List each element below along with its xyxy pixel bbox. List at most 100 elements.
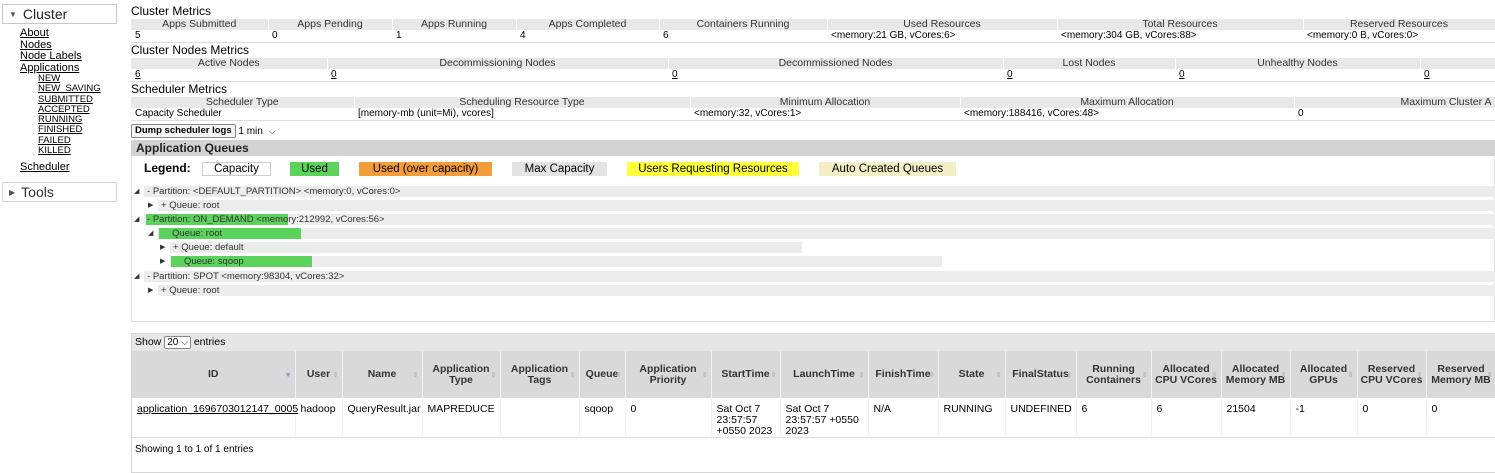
collapsed-arrow-icon: ▶ — [148, 202, 154, 209]
queue-row-default-partition[interactable]: ◢ - Partition: <DEFAULT_PARTITION> <memo… — [132, 186, 1495, 197]
col-header-allocated-memory-mb[interactable]: Allocated Memory MB ⇕ — [1221, 351, 1291, 398]
val-apps-pending: 0 — [268, 30, 392, 43]
col-header-reserved-memory-mb[interactable]: Reserved Memory MB ⇕ — [1426, 351, 1495, 398]
nav-tools-header[interactable]: ▶ Tools — [2, 181, 117, 202]
nav-link-scheduler[interactable]: Scheduler — [20, 162, 117, 174]
col-header-allocated-gpus[interactable]: Allocated GPUs ⇕ — [1290, 351, 1358, 398]
cell-application-tags — [500, 398, 580, 437]
col-header-queue[interactable]: Queue ⇕ — [579, 351, 626, 398]
expanded-arrow-icon: ◢ — [134, 188, 140, 195]
col-apps-running: Apps Running — [392, 19, 517, 30]
queue-row-on-demand-root[interactable]: ◢ Queue: root — [132, 228, 1495, 239]
col-header-reserved-cpu-vcores[interactable]: Reserved CPU VCores ⇕ — [1357, 351, 1427, 398]
legend-title: Legend: — [144, 161, 191, 175]
val-maximum-cluster: 0 — [1294, 108, 1495, 121]
link-active-nodes[interactable]: 6 — [135, 69, 141, 80]
col-header-state[interactable]: State ⇕ — [938, 351, 1006, 398]
queue-row-spot-partition[interactable]: ◢ - Partition: SPOT <memory:98304, vCore… — [132, 271, 1495, 282]
val-total-resources: <memory:304 GB, vCores:88> — [1057, 30, 1303, 43]
cluster-metrics-table: Apps Submitted Apps Pending Apps Running… — [131, 19, 1495, 43]
col-lost-nodes: Lost Nodes — [1003, 58, 1176, 69]
nav-link-applications[interactable]: Applications — [20, 62, 117, 75]
dump-interval-select[interactable]: 1 min ⌵ — [238, 126, 275, 137]
cell-queue: sqoop — [579, 398, 626, 437]
col-header-id[interactable]: ID ▼ — [132, 351, 296, 398]
cell-reserved-memory-mb: 0 — [1426, 398, 1495, 437]
col-used-resources: Used Resources — [827, 19, 1058, 30]
scheduler-metrics-title: Scheduler Metrics — [131, 82, 228, 96]
collapsed-arrow-icon: ▶ — [160, 258, 166, 265]
col-header-finish-time[interactable]: FinishTime ⇕ — [868, 351, 939, 398]
application-queues-header: Application Queues — [131, 140, 1495, 156]
main-content: Cluster Metrics Apps Submitted Apps Pend… — [131, 4, 1495, 322]
val-scheduling-resource-type: [memory-mb (unit=Mi), vcores] — [354, 108, 690, 121]
col-reserved-resources: Reserved Resources — [1303, 19, 1495, 30]
nav-cluster-header[interactable]: ▼ Cluster — [2, 4, 117, 24]
queue-bar — [158, 228, 1495, 239]
cell-user: hadoop — [295, 398, 343, 437]
col-unhealthy-nodes: Unhealthy Nodes — [1175, 58, 1421, 69]
nav-state-killed[interactable]: KILLED — [20, 145, 117, 156]
expand-triangle-icon: ▶ — [9, 187, 16, 197]
nav-link-about[interactable]: About — [20, 27, 117, 40]
col-header-running-containers[interactable]: Running Containers ⇕ — [1076, 351, 1152, 398]
cell-final-status: UNDEFINED — [1005, 398, 1077, 437]
queue-row-sqoop[interactable]: ▶ Queue: sqoop — [132, 256, 1495, 267]
queue-bar — [158, 285, 1495, 296]
dump-logs-row: Dump scheduler logs 1 min ⌵ — [131, 124, 1495, 138]
chevron-down-icon: ⌵ — [268, 126, 276, 136]
queue-row-on-demand-partition[interactable]: ◢ - Partition: ON_DEMAND <memory:212992,… — [132, 214, 1495, 225]
cell-start-time: Sat Oct 7 23:57:57 +0550 2023 — [711, 398, 781, 437]
col-maximum-cluster: Maximum Cluster A — [1294, 97, 1495, 108]
node-metrics-title: Cluster Nodes Metrics — [131, 43, 250, 57]
queue-row-default[interactable]: ▶ + Queue: default — [132, 242, 1495, 253]
dump-scheduler-logs-button[interactable]: Dump scheduler logs — [131, 124, 236, 138]
col-apps-submitted: Apps Submitted — [131, 19, 269, 30]
link-decommissioned-nodes[interactable]: 0 — [672, 69, 678, 80]
chevron-down-icon: ⌵ — [181, 337, 188, 347]
legend-auto-created: Auto Created Queues — [819, 162, 956, 176]
val-scheduler-type: Capacity Scheduler — [131, 108, 354, 121]
queue-row-root-default[interactable]: ▶ + Queue: root — [132, 200, 1495, 211]
nav-link-node-labels[interactable]: Node Labels — [20, 50, 117, 63]
col-header-launch-time[interactable]: LaunchTime ⇕ — [780, 351, 869, 398]
collapse-triangle-icon: ▼ — [9, 10, 17, 19]
page-size-select[interactable]: 20 ⌵ — [164, 336, 191, 349]
col-header-start-time[interactable]: StartTime ⇕ — [711, 351, 781, 398]
val-apps-completed: 4 — [516, 30, 659, 43]
col-decommissioning-nodes: Decommissioning Nodes — [327, 58, 669, 69]
cell-name: QueryResult.jar — [342, 398, 423, 437]
col-header-user[interactable]: User ⇕ — [295, 351, 343, 398]
legend-capacity: Capacity — [202, 162, 271, 176]
val-reserved-resources: <memory:0 B, vCores:0> — [1303, 30, 1495, 43]
legend-over-capacity: Used (over capacity) — [359, 162, 492, 176]
cluster-metrics-title: Cluster Metrics — [131, 4, 212, 18]
val-apps-submitted: 5 — [131, 30, 268, 43]
expanded-arrow-icon: ◢ — [134, 216, 140, 223]
application-queues-panel: Legend: Capacity Used Used (over capacit… — [131, 156, 1495, 322]
cell-allocated-memory-mb: 21504 — [1221, 398, 1291, 437]
collapsed-arrow-icon: ▶ — [148, 287, 154, 294]
col-header-application-priority[interactable]: Application Priority ⇕ — [625, 351, 712, 398]
apps-length-control: Show 20 ⌵ entries — [132, 334, 1495, 351]
col-header-final-status[interactable]: FinalStatus ⇕ — [1005, 351, 1077, 398]
nav-app-states: NEW NEW_SAVING SUBMITTED ACCEPTED RUNNIN… — [20, 73, 117, 156]
val-minimum-allocation: <memory:32, vCores:1> — [690, 108, 960, 121]
link-decommissioning-nodes[interactable]: 0 — [331, 69, 337, 80]
cell-finish-time: N/A — [868, 398, 939, 437]
table-row: application_1696703012147_0005 hadoop Qu… — [132, 398, 1495, 437]
col-header-application-tags[interactable]: Application Tags ⇕ — [500, 351, 580, 398]
link-extra-nodes[interactable]: 0 — [1424, 69, 1430, 80]
cell-launch-time: Sat Oct 7 23:57:57 +0550 2023 — [780, 398, 869, 437]
col-header-application-type[interactable]: Application Type ⇕ — [422, 351, 501, 398]
application-id-link[interactable]: application_1696703012147_0005 — [137, 403, 298, 415]
applications-table-wrapper: Show 20 ⌵ entries ID ▼ User ⇕ Name ⇕ Applic… — [131, 333, 1495, 473]
link-lost-nodes[interactable]: 0 — [1007, 69, 1013, 80]
partition-bar — [144, 271, 1495, 282]
cell-allocated-cpu-vcores: 6 — [1151, 398, 1222, 437]
col-total-resources: Total Resources — [1057, 19, 1304, 30]
queue-row-spot-root[interactable]: ▶ + Queue: root — [132, 285, 1495, 296]
col-header-name[interactable]: Name ⇕ — [342, 351, 423, 398]
col-header-allocated-cpu-vcores[interactable]: Allocated CPU VCores ⇕ — [1151, 351, 1222, 398]
link-unhealthy-nodes[interactable]: 0 — [1179, 69, 1185, 80]
